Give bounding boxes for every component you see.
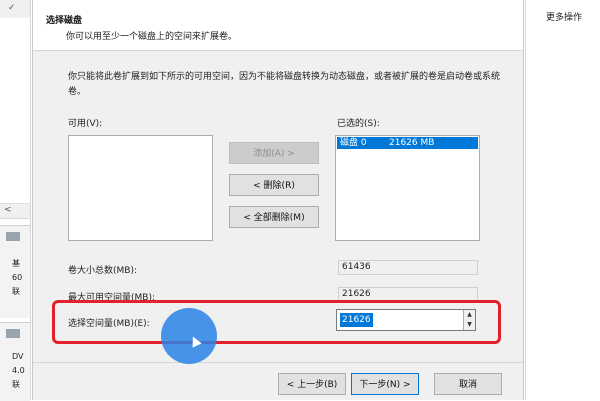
- disk-row-line-3: 联: [12, 287, 20, 296]
- back-button[interactable]: < 上一步(B): [278, 373, 346, 395]
- add-button[interactable]: 添加(A) >: [229, 142, 319, 164]
- total-size-label: 卷大小总数(MB):: [68, 266, 137, 276]
- dvd-row-line-2: 4.0: [12, 366, 25, 375]
- disk-icon: [6, 232, 20, 241]
- total-size-value: 61436: [338, 260, 478, 275]
- cancel-button[interactable]: 取消: [434, 373, 502, 395]
- dvd-icon: [6, 329, 20, 338]
- background-console-left: ✓ < 基 60 联 DV 4.0 联: [0, 0, 31, 401]
- cursor-highlight: [161, 308, 217, 364]
- selected-disk-item[interactable]: 磁盘 0 21626 MB: [337, 137, 478, 149]
- horizontal-scrollbar[interactable]: <: [0, 203, 30, 219]
- selected-disk-name: 磁盘 0: [340, 138, 367, 148]
- disk-row-dvd[interactable]: DV 4.0 联: [0, 322, 30, 401]
- wizard-subtitle: 你可以用至少一个磁盘上的空间来扩展卷。: [66, 32, 238, 42]
- disk-row-line-1: 基: [12, 259, 20, 268]
- check-icon: ✓: [8, 3, 16, 13]
- dvd-row-line-3: 联: [12, 380, 20, 389]
- chevron-left-icon[interactable]: <: [4, 205, 12, 215]
- available-disks-list[interactable]: [68, 135, 213, 241]
- footer-separator: [33, 362, 523, 363]
- remove-button[interactable]: < 删除(R): [229, 174, 319, 196]
- dvd-row-line-1: DV: [12, 352, 24, 361]
- more-actions-link[interactable]: 更多操作: [546, 10, 582, 23]
- wizard-description: 你只能将此卷扩展到如下所示的可用空间，因为不能将磁盘转换为动态磁盘，或者被扩展的…: [68, 72, 501, 97]
- wizard-header: 选择磁盘 你可以用至少一个磁盘上的空间来扩展卷。: [33, 0, 523, 51]
- disk-row-line-2: 60: [12, 273, 23, 282]
- wizard-title: 选择磁盘: [46, 16, 83, 26]
- selected-disks-list[interactable]: 磁盘 0 21626 MB: [335, 135, 480, 241]
- disk-row-basic[interactable]: 基 60 联: [0, 225, 30, 318]
- selected-label: 已选的(S):: [337, 119, 380, 129]
- remove-all-button[interactable]: < 全部删除(M): [229, 206, 319, 228]
- actions-pane: 更多操作: [525, 0, 600, 400]
- available-label: 可用(V):: [68, 119, 103, 129]
- selected-disk-size: 21626 MB: [389, 138, 435, 148]
- background-tab[interactable]: ✓: [0, 0, 30, 18]
- highlight-box: [52, 300, 501, 344]
- next-button[interactable]: 下一步(N) >: [351, 373, 419, 395]
